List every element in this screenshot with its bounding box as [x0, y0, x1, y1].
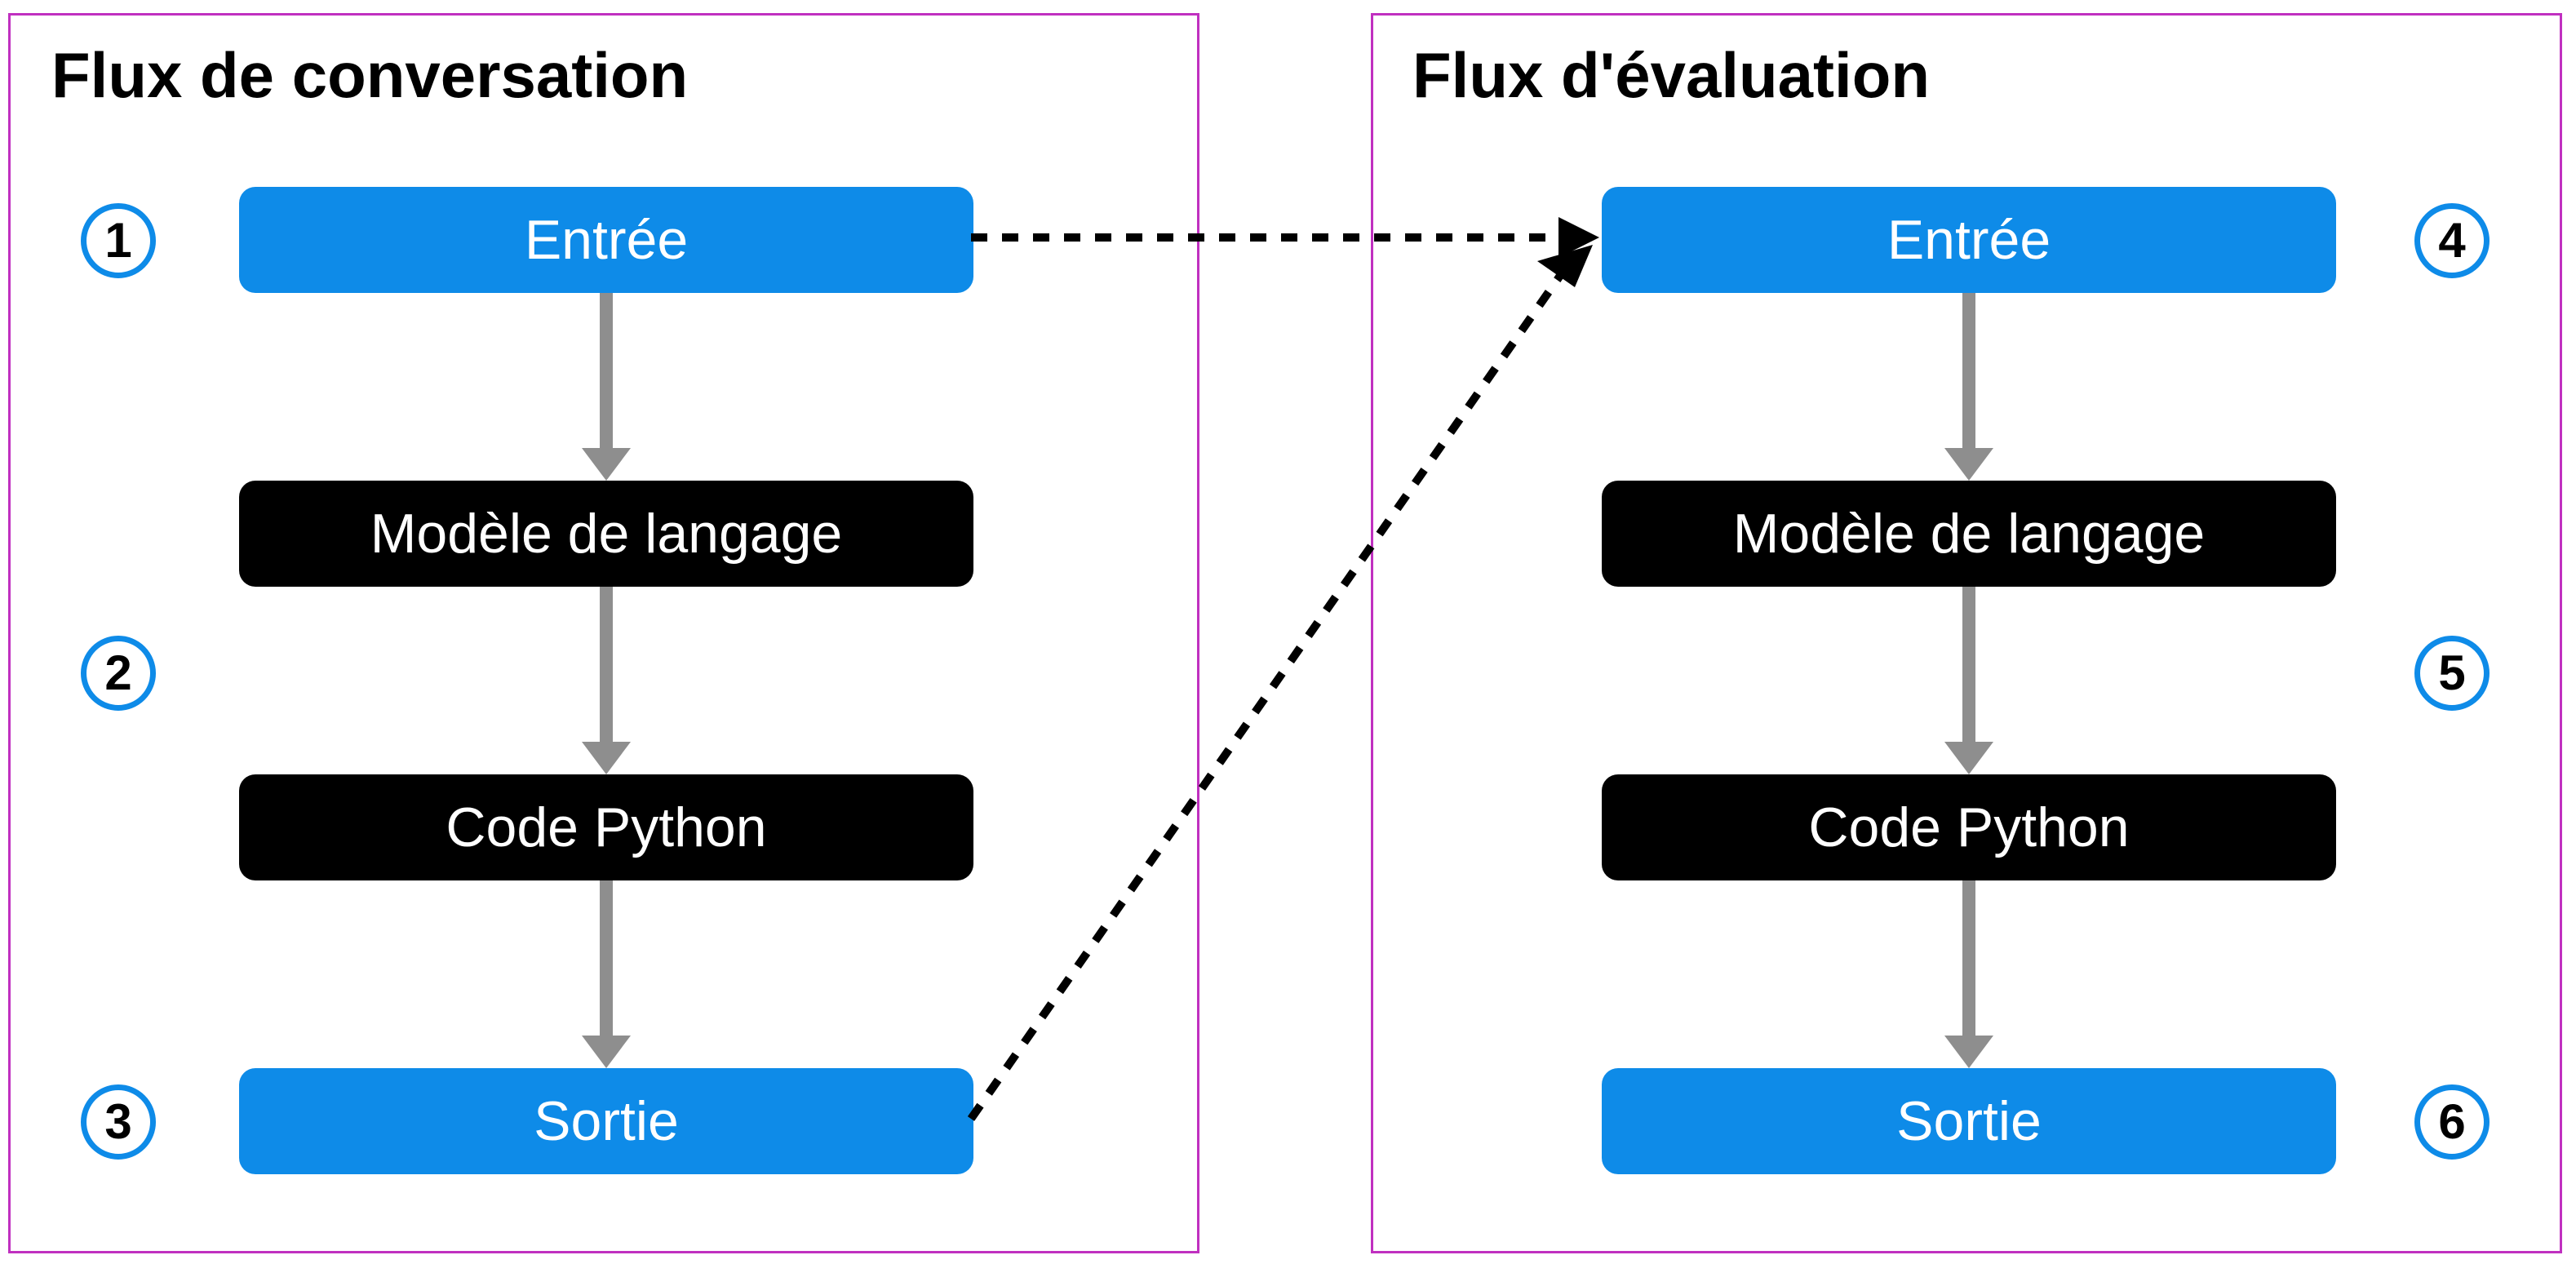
- conversation-output-node: Sortie: [239, 1068, 973, 1174]
- conversation-language-model-node: Modèle de langage: [239, 481, 973, 587]
- conversation-python-code-node: Code Python: [239, 774, 973, 880]
- evaluation-python-code-node: Code Python: [1602, 774, 2336, 880]
- arrow-down-icon: [1962, 587, 1975, 745]
- step-badge-3: 3: [81, 1084, 156, 1160]
- conversation-flow-panel: Flux de conversation Entrée Modèle de la…: [8, 13, 1199, 1253]
- evaluation-input-node: Entrée: [1602, 187, 2336, 293]
- arrow-down-icon: [1962, 293, 1975, 451]
- evaluation-flow-title: Flux d'évaluation: [1412, 38, 1930, 113]
- evaluation-language-model-node: Modèle de langage: [1602, 481, 2336, 587]
- arrow-down-icon: [600, 587, 613, 745]
- step-badge-4: 4: [2414, 203, 2490, 278]
- arrow-down-icon: [600, 293, 613, 451]
- conversation-flow-title: Flux de conversation: [51, 38, 688, 113]
- step-badge-6: 6: [2414, 1084, 2490, 1160]
- evaluation-output-node: Sortie: [1602, 1068, 2336, 1174]
- evaluation-flow-panel: Flux d'évaluation Entrée Modèle de langa…: [1371, 13, 2562, 1253]
- step-badge-2: 2: [81, 636, 156, 711]
- step-badge-1: 1: [81, 203, 156, 278]
- step-badge-5: 5: [2414, 636, 2490, 711]
- arrow-down-icon: [1962, 880, 1975, 1039]
- arrow-down-icon: [600, 880, 613, 1039]
- conversation-input-node: Entrée: [239, 187, 973, 293]
